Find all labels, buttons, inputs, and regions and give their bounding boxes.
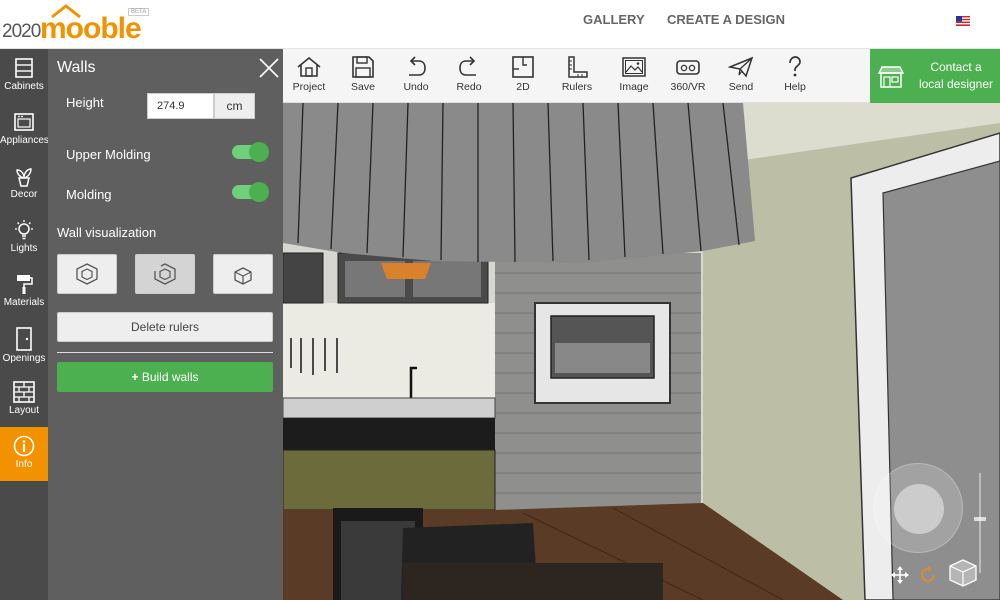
sidebar-item-decor[interactable]: Decor xyxy=(0,157,48,211)
height-label: Height xyxy=(66,95,104,110)
sidebar-item-label: Openings xyxy=(2,353,46,364)
sidebar-item-label: Cabinets xyxy=(4,81,44,92)
build-walls-label: Build walls xyxy=(141,370,199,384)
storefront-icon xyxy=(878,66,904,88)
toggle-knob xyxy=(249,142,269,162)
contact-line-1: Contact a xyxy=(930,60,982,74)
lightbulb-icon xyxy=(15,220,33,240)
tool-rulers[interactable]: Rulers xyxy=(551,55,603,99)
sidebar-item-label: Materials xyxy=(3,297,45,308)
tool-redo[interactable]: Redo xyxy=(443,55,495,99)
contact-line-2: local designer xyxy=(918,77,994,91)
top-header: 2020 mooble BETA GALLERY CREATE A DESIGN xyxy=(0,0,1000,49)
walls-hidden-icon xyxy=(234,267,252,285)
floorplan-icon xyxy=(512,56,534,78)
tool-label: Project xyxy=(292,81,326,93)
sidebar-item-materials[interactable]: Materials xyxy=(0,265,48,319)
delete-rulers-button[interactable]: Delete rulers xyxy=(57,312,273,342)
height-unit: cm xyxy=(214,93,255,119)
contact-designer-button[interactable]: Contact a local designer xyxy=(870,49,1000,103)
sidebar-item-label: Lights xyxy=(10,243,38,254)
contact-label: Contact a local designer xyxy=(912,59,1000,93)
sidebar-item-layout[interactable]: Layout xyxy=(0,373,48,427)
plant-icon xyxy=(16,168,32,187)
tool-undo[interactable]: Undo xyxy=(390,55,442,99)
close-icon[interactable] xyxy=(258,57,280,79)
molding-label: Molding xyxy=(66,187,112,202)
toggle-knob xyxy=(249,182,269,202)
tool-label: Send xyxy=(728,81,754,93)
sidebar-item-cabinets[interactable]: Cabinets xyxy=(0,49,48,103)
house-icon xyxy=(297,56,321,77)
molding-toggle[interactable] xyxy=(232,182,269,202)
rotate-icon[interactable] xyxy=(919,566,937,584)
sidebar-item-openings[interactable]: Openings xyxy=(0,319,48,373)
tool-360-vr[interactable]: 360/VR xyxy=(662,55,714,99)
tool-image[interactable]: Image xyxy=(608,55,660,99)
walls-full-icon xyxy=(76,263,98,285)
tool-send[interactable]: Send xyxy=(715,55,767,99)
logo-badge: BETA xyxy=(128,8,150,16)
nav-gallery[interactable]: GALLERY xyxy=(583,12,645,27)
category-sidebar: Cabinets Appliances Decor Lights Materia… xyxy=(0,49,49,600)
plus-icon: + xyxy=(131,370,139,384)
door-icon xyxy=(16,327,32,351)
tool-label: Save xyxy=(351,81,375,93)
sidebar-item-lights[interactable]: Lights xyxy=(0,211,48,265)
pan-icon[interactable] xyxy=(891,566,909,584)
undo-icon xyxy=(409,56,426,76)
logo-name: mooble xyxy=(40,12,142,45)
redo-icon xyxy=(459,56,476,76)
3d-viewport[interactable] xyxy=(283,103,1000,600)
oven-icon xyxy=(14,113,34,131)
brick-wall-icon xyxy=(13,381,35,403)
walls-cut-icon xyxy=(154,263,176,285)
toolbar: Project Save Undo Redo 2D Rulers Image 3… xyxy=(283,49,870,103)
sidebar-item-label: Decor xyxy=(10,189,38,200)
paper-plane-icon xyxy=(728,56,754,78)
tool-label: 2D xyxy=(516,81,530,93)
tool-label: Image xyxy=(619,81,649,93)
tool-help[interactable]: Help xyxy=(769,55,821,99)
upper-molding-toggle[interactable] xyxy=(232,142,269,162)
tool-label: 360/VR xyxy=(670,81,706,93)
divider xyxy=(57,352,273,353)
walls-full-button[interactable] xyxy=(57,254,117,294)
floppy-icon xyxy=(352,56,374,78)
tool-save[interactable]: Save xyxy=(337,55,389,99)
tool-project[interactable]: Project xyxy=(283,55,335,99)
tool-label: Help xyxy=(784,81,806,93)
tool-label: Rulers xyxy=(561,81,593,93)
joystick-center[interactable] xyxy=(894,484,944,534)
view-cube-icon[interactable] xyxy=(948,558,978,588)
logo-prefix: 2020 xyxy=(2,21,41,42)
tool-2d[interactable]: 2D xyxy=(497,55,549,99)
walls-cut-button[interactable] xyxy=(135,254,195,294)
sidebar-item-label: Layout xyxy=(8,405,40,416)
ruler-icon xyxy=(568,56,588,78)
info-icon xyxy=(13,435,35,457)
panel-title: Walls xyxy=(57,59,96,76)
sidebar-item-info[interactable]: Info xyxy=(0,427,48,481)
sidebar-item-label: Info xyxy=(15,459,33,470)
image-icon xyxy=(622,57,646,77)
us-flag-icon[interactable] xyxy=(956,16,970,26)
cabinet-icon xyxy=(15,58,33,78)
tool-label: Redo xyxy=(456,81,482,93)
logo[interactable]: 2020 mooble BETA xyxy=(2,4,152,46)
vr-headset-icon xyxy=(676,60,700,75)
paint-roller-icon xyxy=(17,275,33,294)
upper-molding-label: Upper Molding xyxy=(66,147,151,162)
question-icon xyxy=(789,56,801,77)
navigation-joystick[interactable] xyxy=(873,463,963,553)
sidebar-item-appliances[interactable]: Appliances xyxy=(0,103,49,157)
nav-create-design[interactable]: CREATE A DESIGN xyxy=(667,12,785,27)
walls-hidden-button[interactable] xyxy=(213,254,273,294)
build-walls-button[interactable]: + Build walls xyxy=(57,362,273,392)
wall-visualization-label: Wall visualization xyxy=(57,225,157,240)
sidebar-item-label: Appliances xyxy=(0,135,49,146)
height-input[interactable]: 274.9 xyxy=(147,93,214,119)
tool-label: Undo xyxy=(403,81,429,93)
walls-panel: Walls Height 274.9 cm Upper Molding Mold… xyxy=(48,49,283,600)
